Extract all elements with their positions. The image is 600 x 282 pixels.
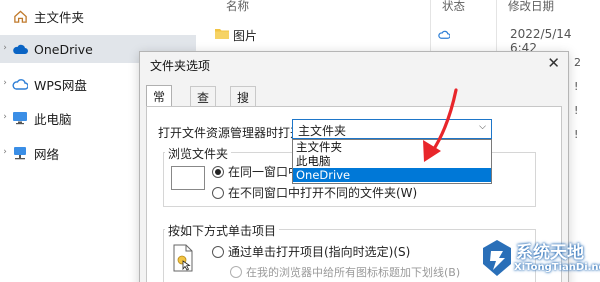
folder-icon (214, 27, 230, 43)
dialog-title: 文件夹选项 (150, 59, 211, 73)
radio-new-window[interactable]: 在不同窗口中打开不同的文件夹(W) (212, 184, 417, 201)
site-watermark: 系统天地 XiTongTianDi.net (478, 236, 600, 282)
radio-label: 通过单击打开项目(指向时选定)(S) (228, 245, 411, 259)
sidebar-item-label: OneDrive (34, 41, 93, 57)
watermark-logo-icon (483, 240, 511, 276)
column-header-name[interactable]: 名称 (226, 0, 249, 14)
radio-label: 在不同窗口中打开不同的文件夹(W) (228, 186, 418, 200)
open-explorer-combobox[interactable]: 主文件夹 ⌵ (292, 119, 492, 139)
open-explorer-label: 打开文件资源管理器时打开: (158, 126, 307, 140)
dropdown-option-onedrive[interactable]: OneDrive (293, 168, 491, 182)
scroll-marker: ! (574, 80, 579, 93)
expand-chevron-icon[interactable]: › (0, 147, 10, 157)
radio-indicator (212, 186, 224, 199)
browse-preview-image (171, 166, 205, 190)
tab-view[interactable]: 查看 (190, 86, 217, 122)
sidebar-item-label: 网络 (34, 146, 60, 162)
monitor-icon (12, 110, 28, 126)
dropdown-option-this-pc[interactable]: 此电脑 (293, 154, 491, 168)
open-explorer-dropdown-list: 主文件夹 此电脑 OneDrive (292, 139, 492, 184)
sidebar-item-label: WPS网盘 (34, 77, 87, 93)
column-header-date[interactable]: 修改日期 (508, 0, 554, 14)
tab-general[interactable]: 常规 (146, 85, 173, 121)
expand-chevron-icon[interactable]: › (0, 112, 10, 122)
radio-single-click[interactable]: 通过单击打开项目(指向时选定)(S) (212, 243, 410, 260)
file-name: 图片 (233, 29, 258, 43)
sidebar-item-label: 主文件夹 (34, 9, 85, 25)
tab-search[interactable]: 搜索 (230, 86, 257, 122)
watermark-subtitle: XiTongTianDi.net (514, 262, 600, 273)
scroll-marker: ! (574, 128, 579, 141)
radio-underline-titles[interactable]: 在我的浏览器中给所有图标标题加下划线(B) (230, 264, 460, 280)
group-title: 浏览文件夹 (165, 145, 232, 162)
network-icon (12, 145, 28, 161)
sidebar-item-home[interactable]: 主文件夹 (0, 2, 196, 30)
scroll-marker: ! (574, 104, 579, 117)
scroll-marker: 2 (574, 56, 581, 69)
radio-label: 在我的浏览器中给所有图标标题加下划线(B) (246, 266, 461, 279)
cloud-status-icon (438, 28, 451, 42)
single-click-preview-icon (172, 244, 194, 275)
cloud-icon (12, 76, 28, 92)
expand-chevron-icon[interactable]: › (0, 43, 10, 53)
group-title: 按如下方式单击项目 (165, 222, 280, 239)
radio-indicator (212, 245, 224, 258)
chevron-down-icon: ⌵ (479, 122, 486, 132)
sidebar-item-label: 此电脑 (34, 111, 72, 127)
dropdown-option-home[interactable]: 主文件夹 (293, 140, 491, 154)
file-row[interactable]: 图片 2022/5/14 6:42 (196, 24, 600, 55)
cloud-icon (12, 41, 28, 57)
column-header-status[interactable]: 状态 (442, 0, 465, 14)
expand-chevron-icon[interactable]: › (0, 78, 10, 88)
radio-indicator (230, 266, 242, 278)
combobox-value: 主文件夹 (298, 124, 347, 138)
radio-indicator (212, 165, 224, 178)
home-icon (12, 8, 28, 24)
close-button[interactable]: ✕ (547, 54, 560, 72)
watermark-title: 系统天地 (516, 243, 584, 263)
